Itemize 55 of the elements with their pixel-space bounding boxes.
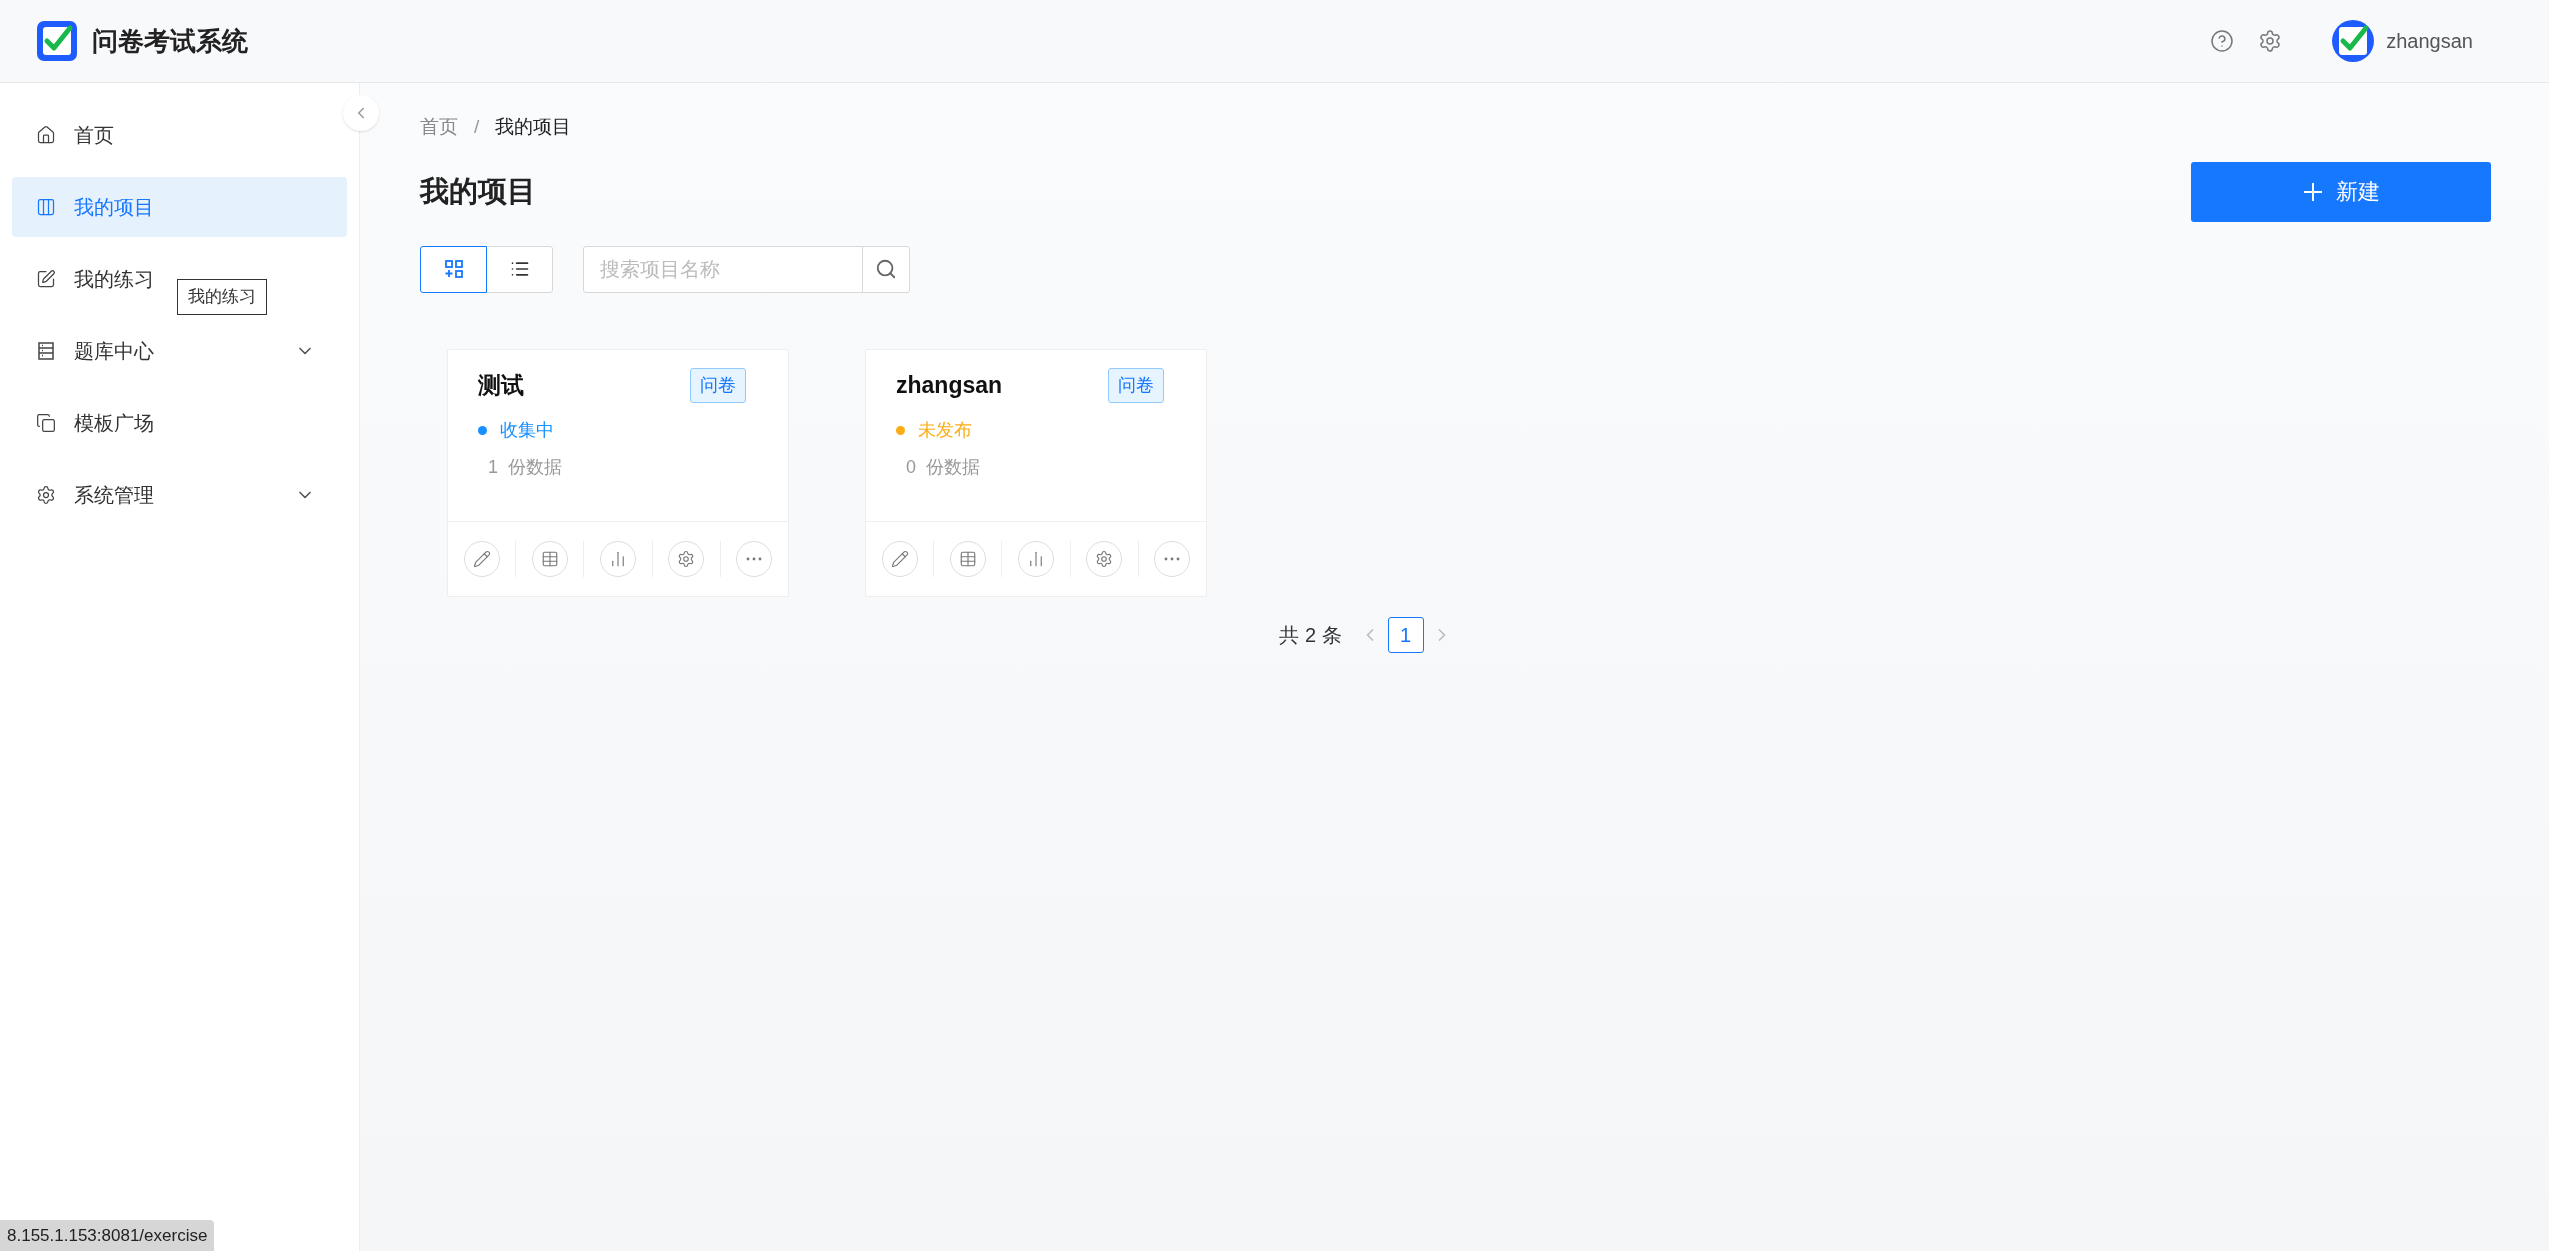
more-icon — [1164, 556, 1181, 561]
sidebar-item[interactable]: 首页 — [12, 105, 124, 165]
sidebar-item[interactable]: 模板广场 — [12, 393, 164, 453]
new-button[interactable]: 新建 — [2191, 161, 2491, 222]
bar-chart-icon — [1027, 549, 1045, 568]
data-count-label: 份数据 — [508, 455, 562, 479]
settings-icon — [36, 485, 56, 505]
home-icon — [36, 125, 56, 145]
tooltip: 我的练习 — [177, 279, 267, 315]
more-icon — [746, 556, 763, 561]
pencil-icon — [890, 549, 909, 568]
user-name[interactable]: zhangsan — [2386, 26, 2473, 56]
bar-chart-icon — [609, 549, 627, 568]
breadcrumb-separator: / — [474, 115, 480, 139]
list-box-icon — [36, 341, 56, 361]
plus-icon — [2302, 180, 2324, 203]
settings-icon[interactable] — [2258, 29, 2283, 53]
grid-view-icon — [443, 259, 464, 279]
copy-icon — [36, 413, 56, 433]
data-count: 1 — [488, 455, 498, 479]
search-icon — [875, 258, 897, 280]
sidebar-item[interactable]: 我的项目 — [12, 177, 347, 237]
pencil-icon — [472, 549, 491, 568]
logo-icon — [36, 20, 78, 62]
data-count-label: 份数据 — [926, 455, 980, 479]
project-card[interactable]: zhangsan 问卷 未发布 0 份数据 — [865, 348, 1207, 597]
data-count: 0 — [906, 455, 916, 479]
card-title: 测试 — [478, 370, 524, 400]
page-title: 我的项目 — [420, 173, 536, 209]
status-url: 8.155.1.153:8081/exercise — [0, 1219, 215, 1251]
table-icon — [958, 549, 977, 568]
settings-icon — [1095, 549, 1114, 568]
edit-icon — [36, 269, 56, 289]
grid-view-button[interactable] — [420, 245, 487, 293]
help-icon[interactable] — [2210, 29, 2235, 53]
status-text: 未发布 — [918, 418, 972, 442]
list-view-button[interactable] — [486, 245, 553, 293]
type-tag: 问卷 — [690, 367, 746, 403]
search-field[interactable]: 搜索项目名称 — [583, 245, 863, 293]
page-button[interactable]: 1 — [1387, 616, 1424, 653]
list-icon — [509, 259, 530, 279]
project-card[interactable]: 测试 问卷 收集中 1 份数据 — [447, 348, 789, 597]
search-button[interactable] — [862, 245, 910, 293]
sidebar-item[interactable]: 我的练习 — [12, 249, 164, 309]
sidebar-item[interactable]: 系统管理 — [12, 465, 347, 525]
table-icon — [540, 549, 559, 568]
card-title: zhangsan — [896, 370, 1003, 400]
avatar-icon — [2332, 20, 2375, 62]
type-tag: 问卷 — [1108, 367, 1164, 403]
status-text: 收集中 — [500, 418, 554, 442]
sidebar-item[interactable]: 题库中心 — [12, 321, 347, 381]
app-title: 问卷考试系统 — [92, 24, 248, 58]
total-count: 共 2 条 — [1279, 622, 1342, 648]
board-icon — [36, 197, 56, 217]
settings-icon — [677, 549, 696, 568]
